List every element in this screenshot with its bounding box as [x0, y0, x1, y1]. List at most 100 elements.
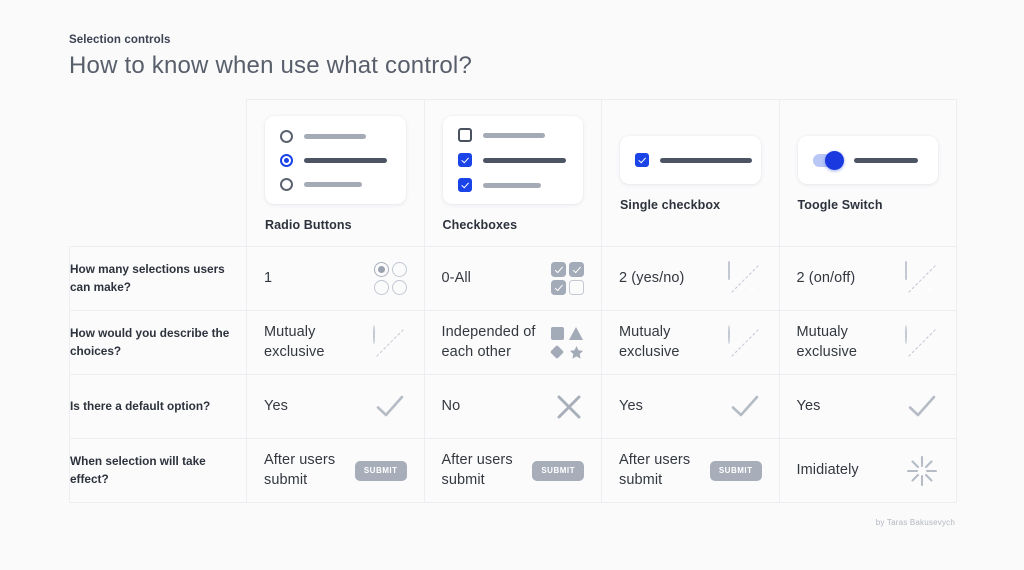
table-row: When selection will take effect? After u… — [69, 438, 957, 503]
option-label-bar — [482, 157, 566, 163]
radio-filled — [373, 262, 389, 277]
checkbox-option-1[interactable] — [457, 128, 569, 142]
cell-single-checkbox-default: Yes — [601, 374, 780, 439]
single-checkbox-option[interactable] — [635, 153, 752, 167]
checkbox-empty — [905, 260, 907, 280]
cell-value: Yes — [619, 397, 643, 414]
cell-radio-default: Yes — [246, 374, 425, 439]
exclusive-checkbox-icon — [727, 260, 762, 296]
checkbox-demo-card[interactable] — [442, 116, 583, 204]
table-row: How would you describe the choices? Mutu… — [69, 310, 957, 375]
radio-empty — [391, 262, 407, 277]
cell-single-checkbox-selections: 2 (yes/no) — [601, 246, 780, 311]
option-label-bar — [853, 157, 918, 163]
radio-option-2[interactable] — [280, 153, 391, 167]
table-row: Is there a default option? Yes No Yes Ye… — [69, 374, 957, 439]
toggle-option[interactable] — [812, 150, 924, 170]
toggle-switch-icon[interactable] — [812, 150, 844, 170]
checkbox-checked-icon[interactable] — [457, 178, 472, 192]
cell-checkbox-effect: After users submit SUBMIT — [423, 438, 602, 503]
column-title-toggle: Toogle Switch — [797, 198, 883, 212]
cell-value: After users submit — [619, 451, 691, 488]
checkbox-empty — [569, 280, 584, 295]
submit-button-icon[interactable]: SUBMIT — [354, 460, 407, 481]
option-label-bar — [304, 133, 366, 139]
radio-unchecked-icon[interactable] — [280, 129, 293, 143]
exclusive-checkbox-icon — [905, 260, 939, 296]
checkbox-grid-icon — [551, 262, 584, 295]
toggle-knob[interactable] — [824, 150, 844, 170]
shapes-icon — [549, 325, 584, 360]
radio-unchecked-icon[interactable] — [280, 177, 293, 191]
cell-value: 0-All — [441, 269, 472, 286]
cell-value: After users submit — [264, 451, 336, 488]
checkbox-filled — [551, 262, 566, 277]
submit-button-icon[interactable]: SUBMIT — [532, 460, 584, 481]
exclusive-radio-icon — [905, 324, 939, 360]
close-icon — [554, 392, 584, 422]
cell-value: Yes — [796, 397, 821, 414]
single-checkbox-demo-card[interactable] — [620, 136, 761, 184]
cell-value: After users submit — [441, 451, 513, 488]
radio-demo-card[interactable] — [265, 116, 406, 204]
cell-checkbox-default: No — [423, 374, 602, 439]
slide-canvas: Selection controls How to know when use … — [0, 0, 1024, 570]
row-question: When selection will take effect? — [69, 438, 247, 503]
option-label-bar — [482, 132, 545, 138]
cell-value: Mutualy exclusive — [619, 323, 680, 360]
submit-button-label[interactable]: SUBMIT — [709, 460, 762, 481]
radio-option-3[interactable] — [280, 177, 391, 191]
header-spacer-cell — [69, 99, 247, 247]
cell-checkbox-selections: 0-All — [423, 246, 602, 311]
page-title: How to know when use what control? — [69, 52, 473, 79]
radio-option-1[interactable] — [280, 129, 391, 143]
checkbox-empty — [727, 260, 730, 280]
column-header-single-checkbox[interactable]: Single checkbox — [601, 99, 780, 247]
cell-toggle-selections: 2 (on/off) — [778, 246, 957, 311]
column-title-single-checkbox: Single checkbox — [620, 198, 721, 212]
row-question: How many selections users can make? — [69, 246, 247, 311]
checkbox-checked-icon[interactable] — [457, 153, 472, 167]
cell-checkbox-choices: Independed of each other — [423, 310, 602, 375]
option-label-bar — [304, 181, 362, 187]
table-header-row: Radio Buttons Checkboxes Single checkbox… — [69, 99, 957, 247]
checkbox-unchecked-icon[interactable] — [457, 128, 472, 142]
option-label-bar — [482, 182, 541, 188]
radio-grid-icon — [373, 262, 407, 295]
triangle-shape-icon — [569, 326, 583, 340]
checkbox-filled — [551, 280, 566, 295]
submit-button-label[interactable]: SUBMIT — [532, 460, 584, 481]
radio-empty — [372, 324, 375, 344]
exclusive-radio-icon — [727, 324, 762, 360]
checkbox-filled — [569, 262, 584, 277]
column-header-radio[interactable]: Radio Buttons — [246, 99, 425, 247]
cell-toggle-effect: Imidiately — [778, 438, 957, 503]
cell-toggle-default: Yes — [778, 374, 957, 439]
row-question: Is there a default option? — [69, 374, 247, 439]
cell-single-checkbox-choices: Mutualy exclusive — [601, 310, 780, 375]
check-icon — [373, 390, 407, 424]
cell-radio-selections: 1 — [246, 246, 425, 311]
toggle-demo-card[interactable] — [797, 136, 938, 184]
column-header-checkbox[interactable]: Checkboxes — [423, 99, 602, 247]
checkbox-option-3[interactable] — [457, 178, 569, 192]
column-header-toggle[interactable]: Toogle Switch — [778, 99, 957, 247]
row-question: How would you describe the choices? — [69, 310, 247, 375]
cell-value: No — [441, 397, 461, 414]
radio-checked-icon[interactable] — [280, 153, 293, 167]
submit-button-label[interactable]: SUBMIT — [354, 460, 407, 481]
check-icon — [728, 390, 762, 424]
cell-value: Mutualy exclusive — [264, 323, 325, 360]
cell-value: 1 — [264, 269, 273, 286]
checkbox-option-2[interactable] — [457, 153, 569, 167]
author-credit: by Taras Bakusevych — [875, 518, 955, 527]
radio-empty — [391, 280, 407, 295]
radio-empty — [727, 324, 730, 344]
option-label-bar — [304, 157, 387, 163]
checkbox-checked-icon[interactable] — [635, 153, 649, 167]
square-shape-icon — [550, 326, 564, 340]
submit-button-icon[interactable]: SUBMIT — [709, 460, 762, 481]
cell-value: 2 (on/off) — [796, 269, 856, 286]
star-shape-icon — [569, 345, 584, 360]
cell-value: Imidiately — [796, 461, 859, 478]
